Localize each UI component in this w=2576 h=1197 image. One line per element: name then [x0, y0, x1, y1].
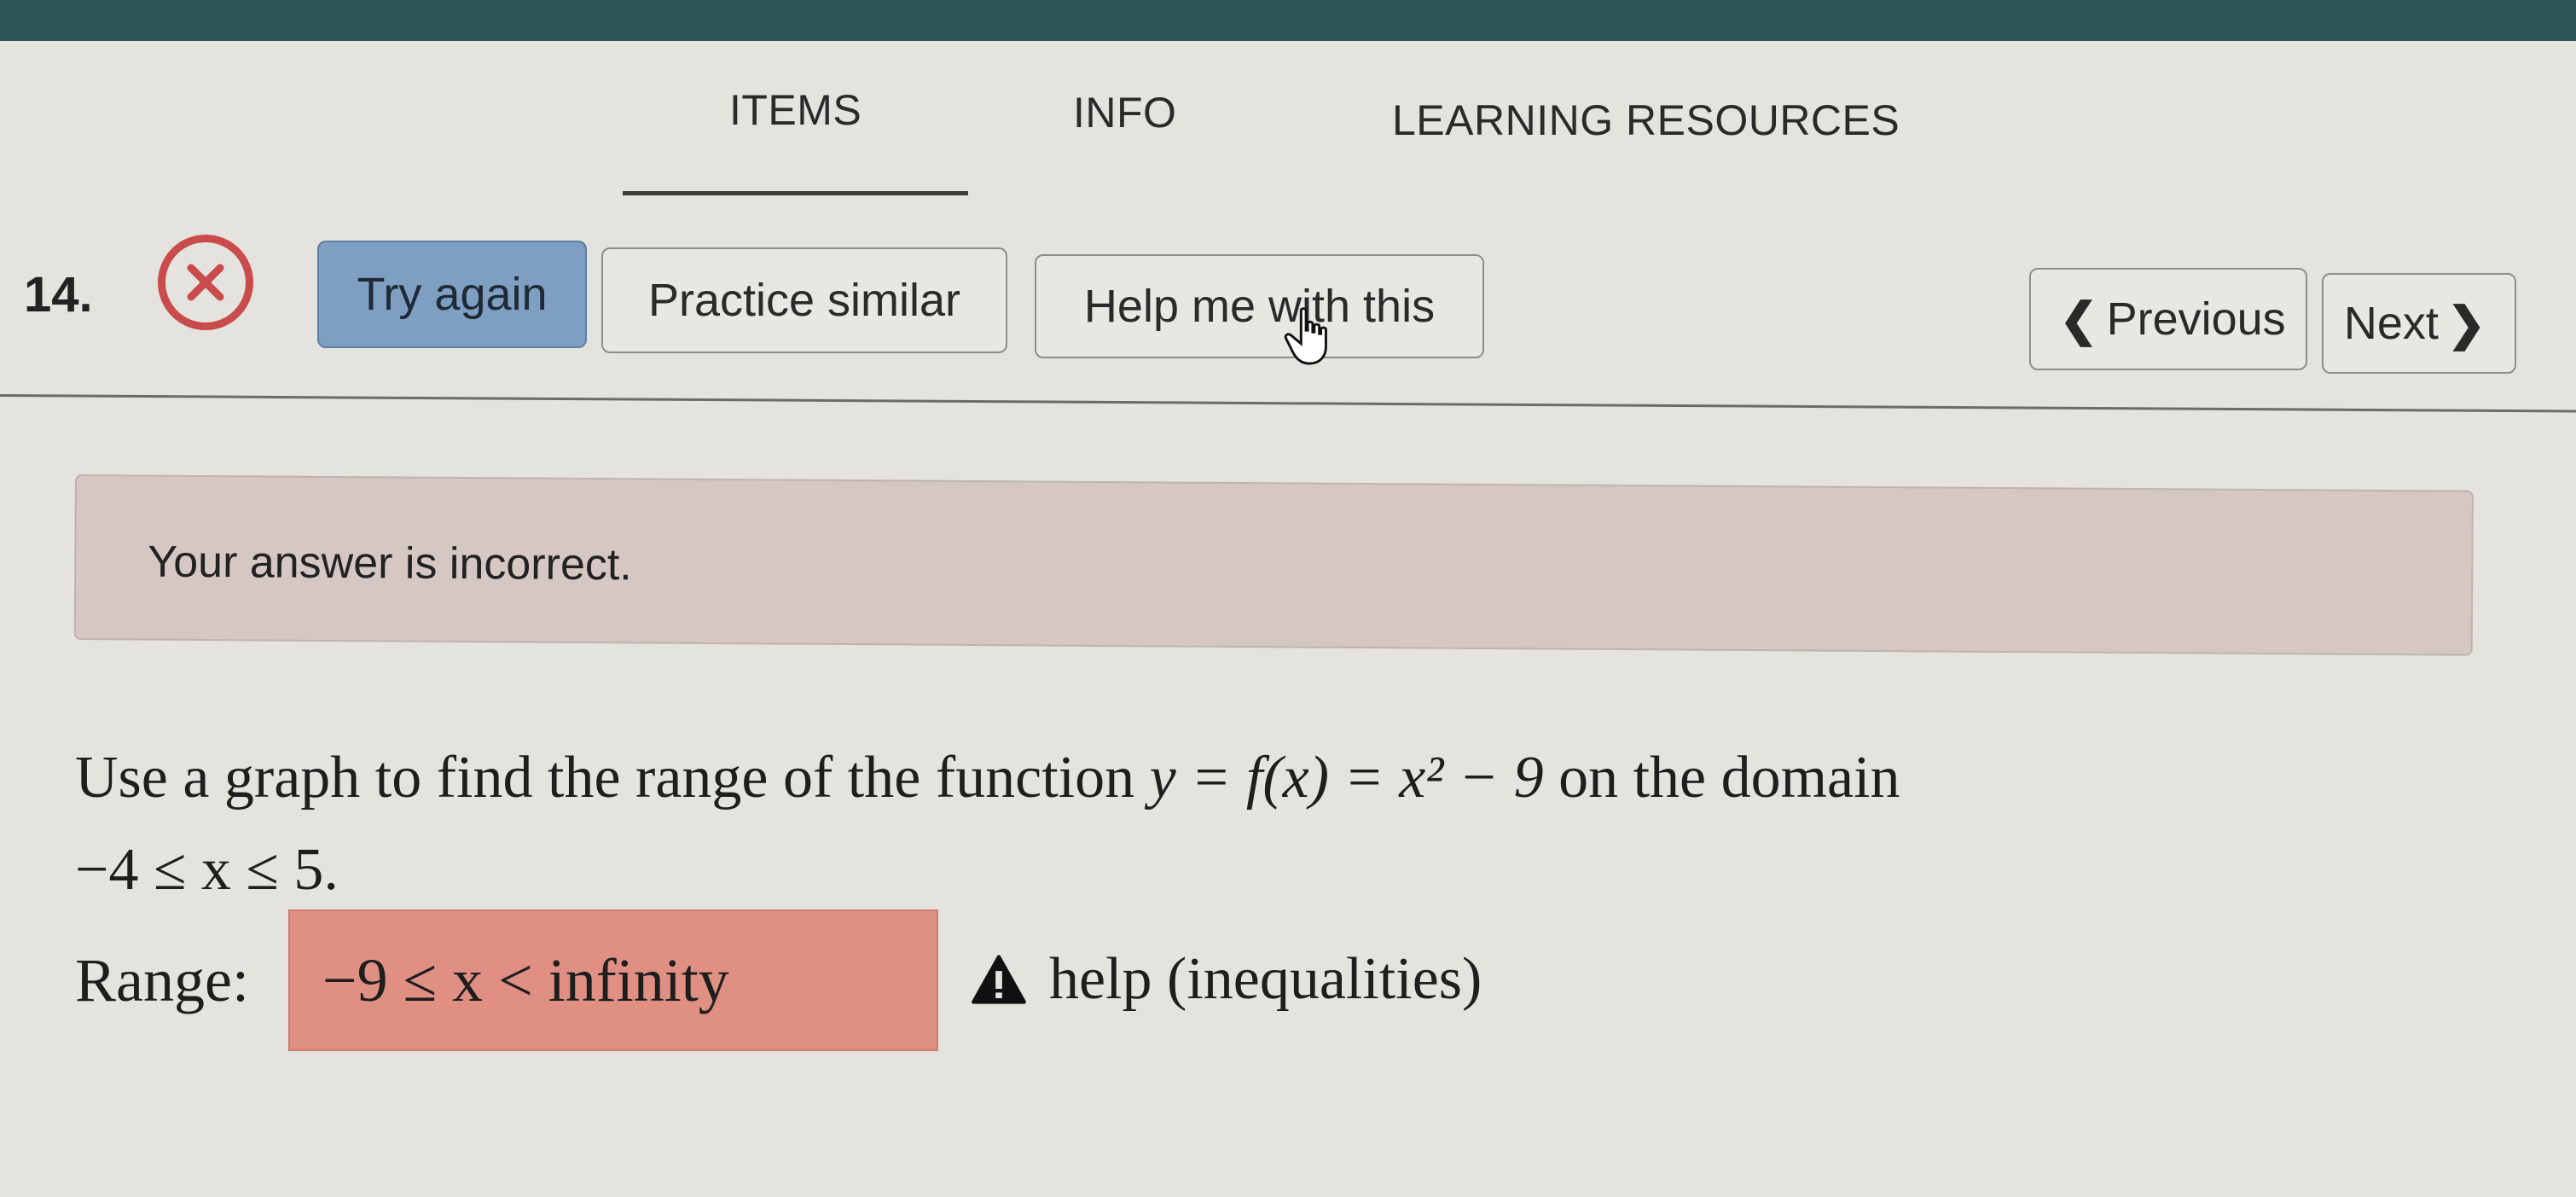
active-tab-indicator	[623, 191, 968, 195]
previous-label: Previous	[2106, 293, 2286, 345]
tab-learning-resources[interactable]: LEARNING RESOURCES	[1392, 96, 1900, 145]
range-answer-value: −9 ≤ x < infinity	[322, 945, 729, 1014]
chevron-left-icon: ❮	[2059, 293, 2098, 346]
question-text-before: Use a graph to find the range of the fun…	[75, 745, 1150, 811]
practice-similar-label: Practice similar	[647, 275, 961, 326]
help-me-button[interactable]: Help me with this	[1035, 254, 1484, 358]
try-again-button[interactable]: Try again	[317, 241, 587, 348]
tab-items[interactable]: ITEMS	[729, 85, 862, 135]
range-label: Range:	[75, 946, 249, 1014]
next-button[interactable]: Next ❯	[2322, 273, 2516, 374]
warning-icon	[972, 955, 1026, 1004]
question-function: y = f(x) = x² − 9	[1149, 745, 1544, 811]
question-number: 14.	[24, 267, 93, 322]
hand-cursor-icon	[1284, 307, 1327, 365]
question-text-after: on the domain	[1543, 745, 1900, 811]
help-inequalities-label: help (inequalities)	[1049, 946, 1482, 1012]
previous-button[interactable]: ❮ Previous	[2029, 268, 2307, 370]
help-inequalities-link[interactable]: help (inequalities)	[971, 945, 1482, 1014]
practice-similar-button[interactable]: Practice similar	[601, 247, 1007, 353]
feedback-banner: Your answer is incorrect.	[73, 474, 2474, 656]
tab-info[interactable]: INFO	[1073, 88, 1176, 137]
range-answer-input[interactable]: −9 ≤ x < infinity	[288, 909, 938, 1051]
x-circle-icon	[158, 235, 253, 330]
question-text: Use a graph to find the range of the fun…	[75, 732, 2293, 916]
help-me-label: Help me with this	[1083, 281, 1436, 332]
chevron-right-icon: ❯	[2446, 298, 2486, 350]
next-label: Next	[2343, 298, 2439, 349]
tab-bar	[0, 101, 2576, 246]
try-again-label: Try again	[357, 269, 548, 320]
question-domain: −4 ≤ x ≤ 5.	[75, 837, 339, 903]
feedback-text: Your answer is incorrect.	[148, 537, 632, 590]
